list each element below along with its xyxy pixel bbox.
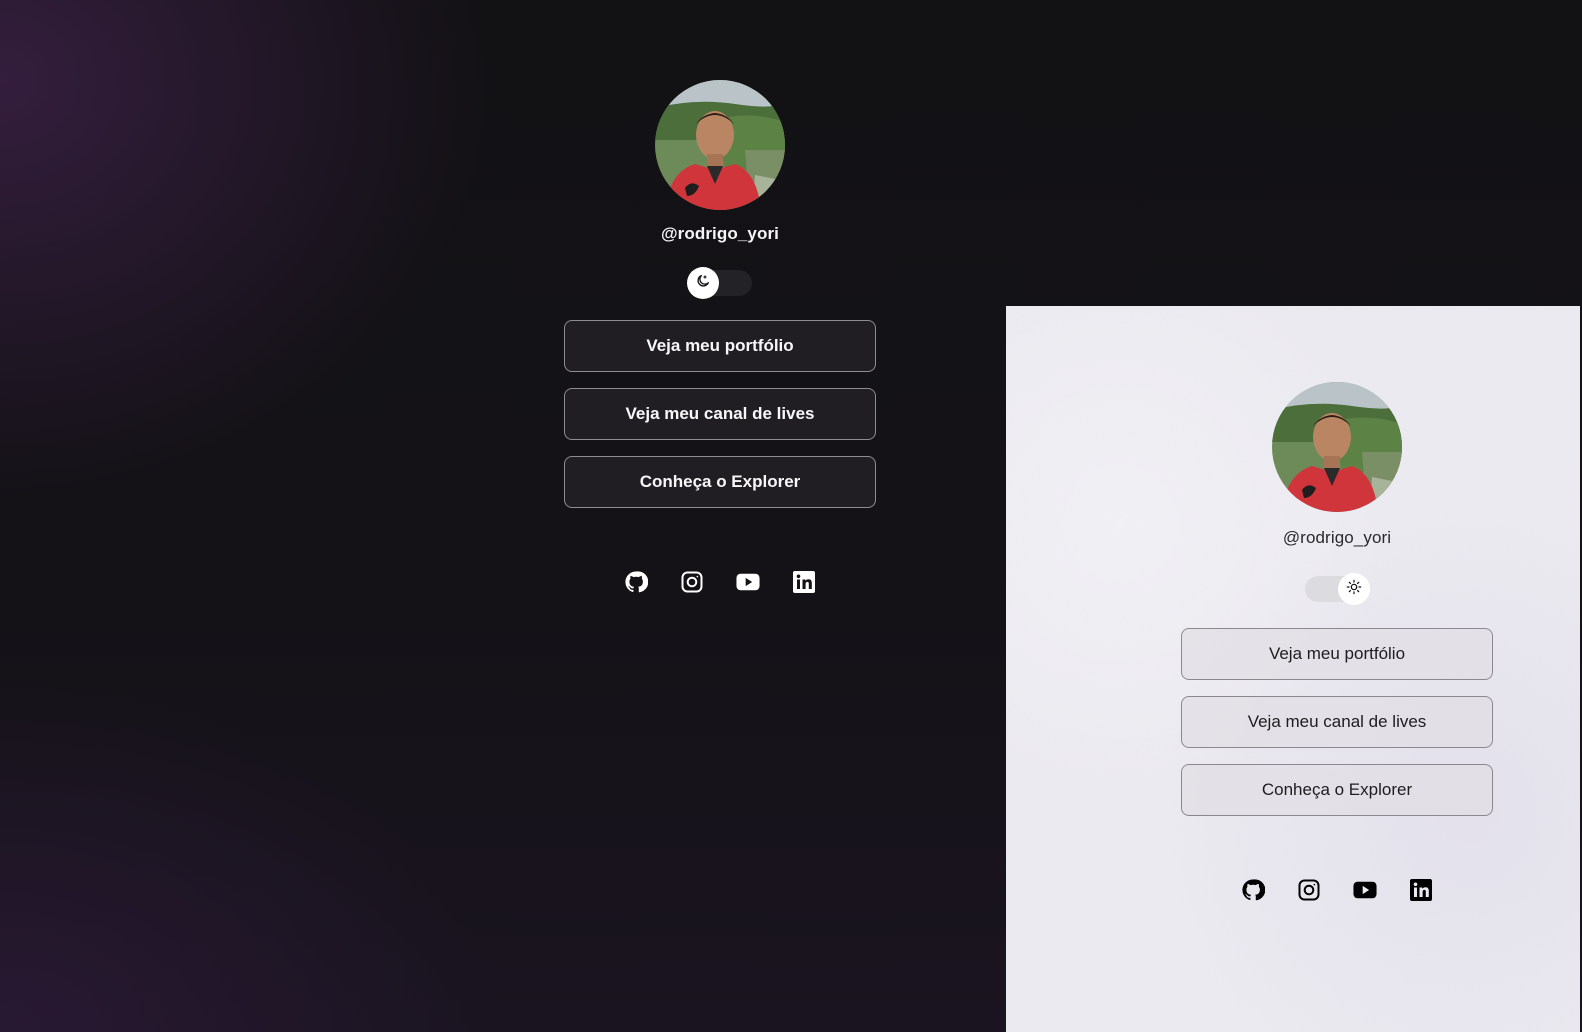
- github-icon[interactable]: [624, 570, 648, 594]
- moon-icon: [695, 273, 711, 294]
- theme-toggle-knob[interactable]: [1338, 573, 1370, 605]
- live-channel-link-button[interactable]: Veja meu canal de lives: [564, 388, 876, 440]
- youtube-icon[interactable]: [1353, 878, 1377, 902]
- avatar: [1272, 382, 1402, 512]
- portfolio-link-button[interactable]: Veja meu portfólio: [564, 320, 876, 372]
- sun-icon: [1346, 579, 1362, 600]
- explorer-link-button[interactable]: Conheça o Explorer: [564, 456, 876, 508]
- profile: @rodrigo_yori Veja meu portfólio Veja me…: [564, 80, 876, 594]
- social-links: [624, 570, 816, 594]
- link-list: Veja meu portfólio Veja meu canal de liv…: [564, 320, 876, 508]
- theme-toggle[interactable]: [1305, 573, 1370, 605]
- live-channel-link-button[interactable]: Veja meu canal de lives: [1181, 696, 1493, 748]
- instagram-icon[interactable]: [1297, 878, 1321, 902]
- theme-toggle[interactable]: [687, 267, 752, 299]
- linkedin-icon[interactable]: [792, 570, 816, 594]
- username: @rodrigo_yori: [660, 224, 779, 243]
- username: @rodrigo_yori: [1282, 528, 1392, 547]
- explorer-link-button[interactable]: Conheça o Explorer: [1181, 764, 1493, 816]
- light-theme-preview: @rodrigo_yori Veja meu portfólio Veja me…: [1006, 306, 1580, 1032]
- portfolio-link-button[interactable]: Veja meu portfólio: [1181, 628, 1493, 680]
- linkedin-icon[interactable]: [1409, 878, 1433, 902]
- link-list: Veja meu portfólio Veja meu canal de liv…: [1181, 628, 1493, 816]
- github-icon[interactable]: [1241, 878, 1265, 902]
- theme-toggle-knob[interactable]: [687, 267, 719, 299]
- social-links: [1241, 878, 1433, 902]
- youtube-icon[interactable]: [736, 570, 760, 594]
- dark-theme-preview: @rodrigo_yori Veja meu portfólio Veja me…: [0, 0, 1000, 1032]
- profile: @rodrigo_yori Veja meu portfólio Veja me…: [1181, 382, 1493, 902]
- instagram-icon[interactable]: [680, 570, 704, 594]
- avatar: [655, 80, 785, 210]
